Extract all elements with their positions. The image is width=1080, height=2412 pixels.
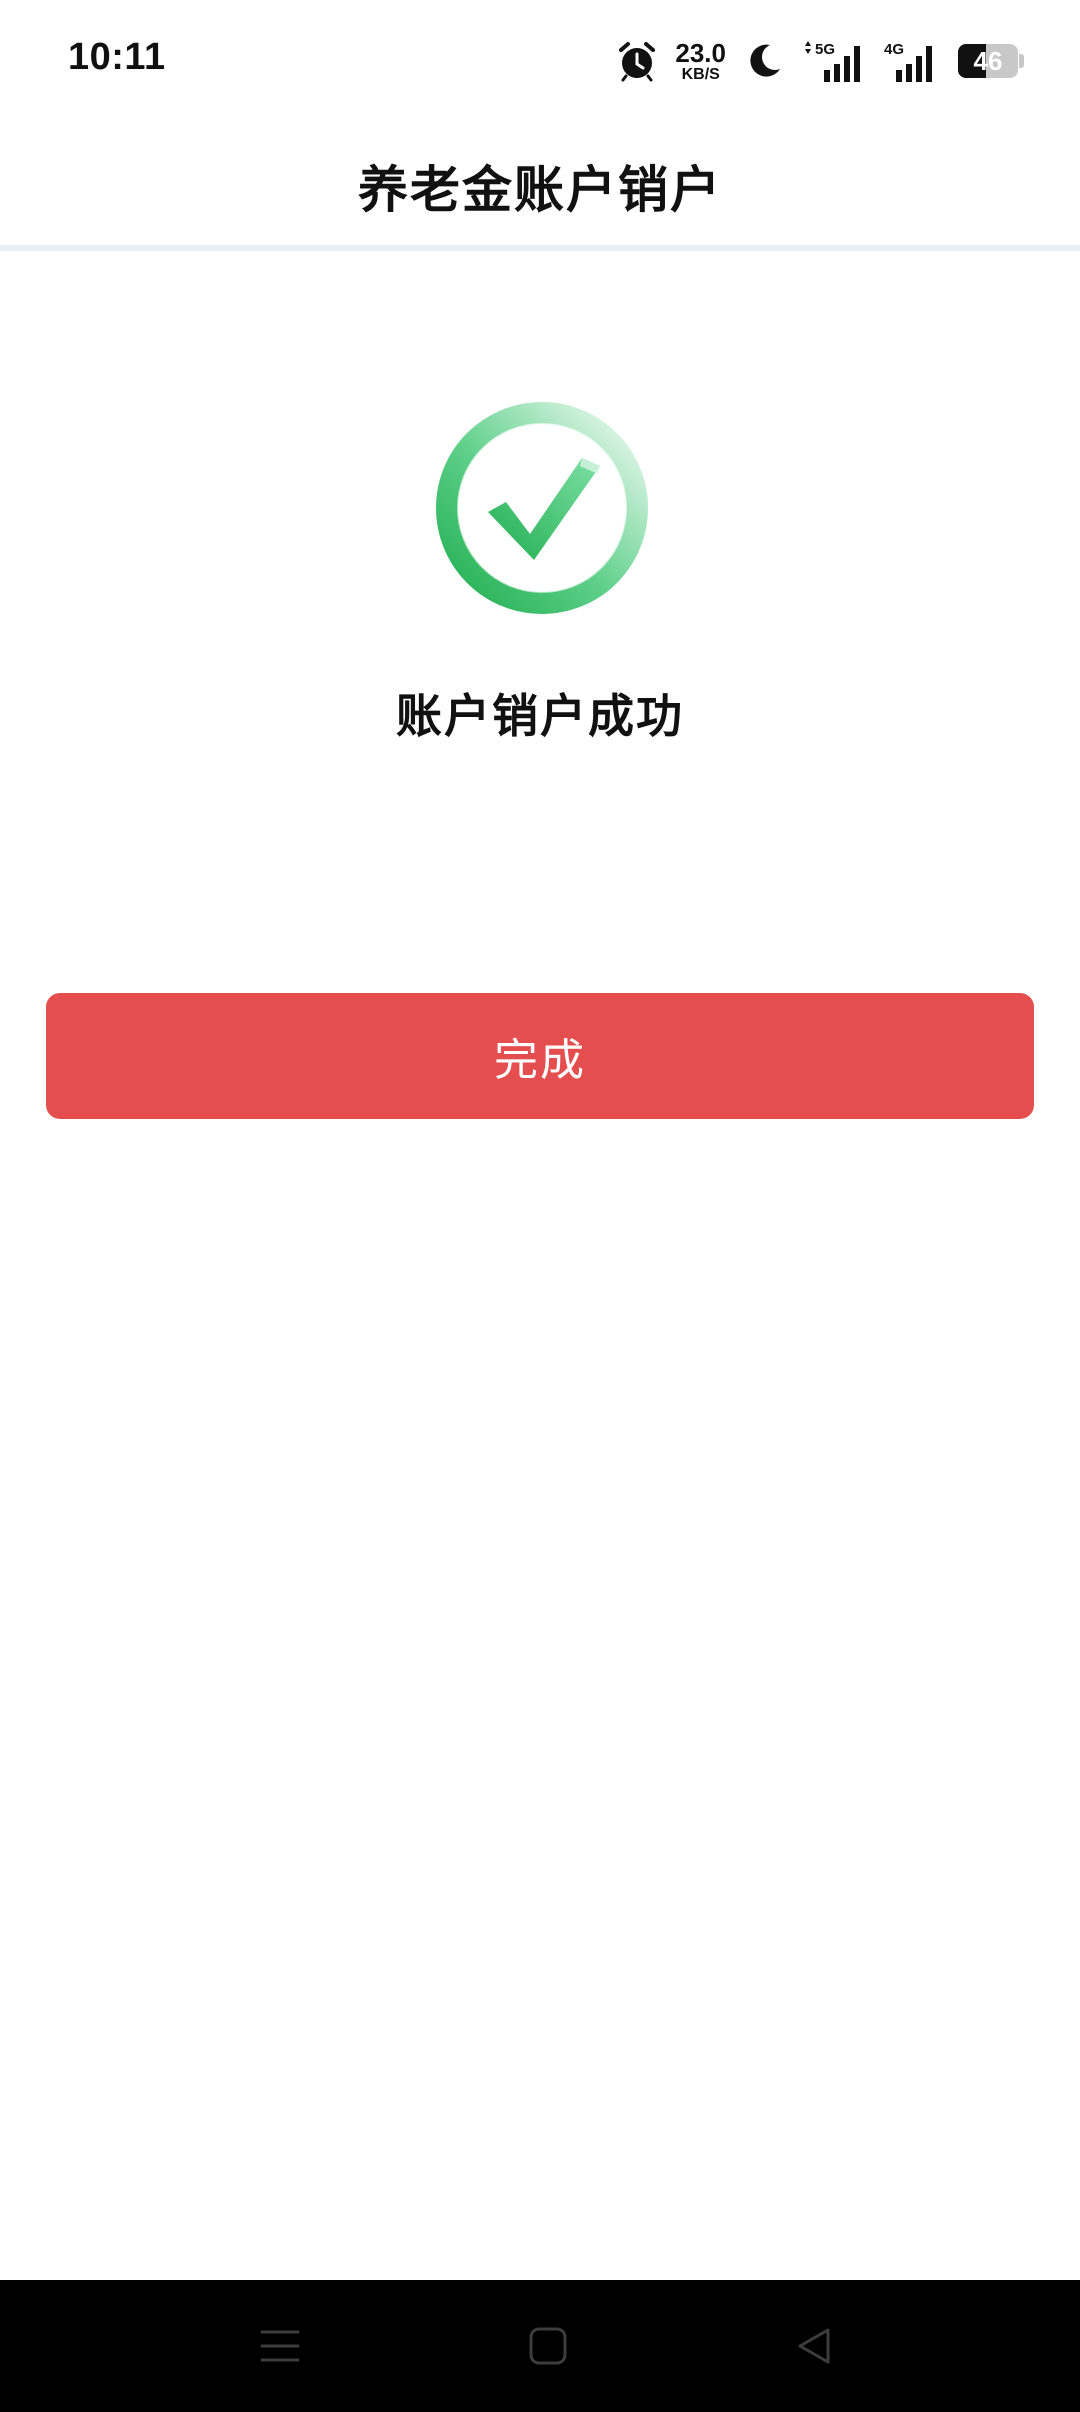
sim2-type-label: 4G	[884, 41, 904, 58]
speed-unit: KB/S	[681, 65, 720, 83]
speed-value: 23.0	[675, 37, 726, 68]
signal-5g-icon: 5G	[802, 40, 866, 82]
page-title: 养老金账户销户	[358, 161, 722, 219]
back-icon[interactable]	[784, 2316, 844, 2376]
signal-4g-icon: 4G	[884, 40, 940, 82]
sim1-type-label: 5G	[815, 41, 835, 58]
home-icon[interactable]	[518, 2316, 578, 2376]
header-divider	[0, 245, 1080, 251]
status-time: 10:11	[68, 36, 166, 78]
alarm-icon	[617, 40, 657, 82]
status-icons: 23.0 KB/S 5G 4G 46	[617, 34, 1024, 88]
status-bar: 10:11 23.0 KB/S 5G 4G 46	[0, 0, 1080, 124]
success-check-icon	[430, 396, 654, 620]
battery-level: 46	[973, 45, 1003, 76]
system-nav-bar	[0, 2280, 1080, 2412]
moon-icon	[744, 41, 784, 81]
success-message: 账户销户成功	[396, 689, 684, 743]
app-header: 养老金账户销户	[0, 124, 1080, 248]
screen: 10:11 23.0 KB/S 5G 4G 46 养老金账户销户 账户销户成功 …	[0, 0, 1080, 2412]
menu-icon[interactable]	[250, 2316, 310, 2376]
battery-icon: 46	[958, 44, 1024, 78]
network-speed: 23.0 KB/S	[675, 40, 726, 83]
done-button[interactable]: 完成	[46, 993, 1034, 1119]
